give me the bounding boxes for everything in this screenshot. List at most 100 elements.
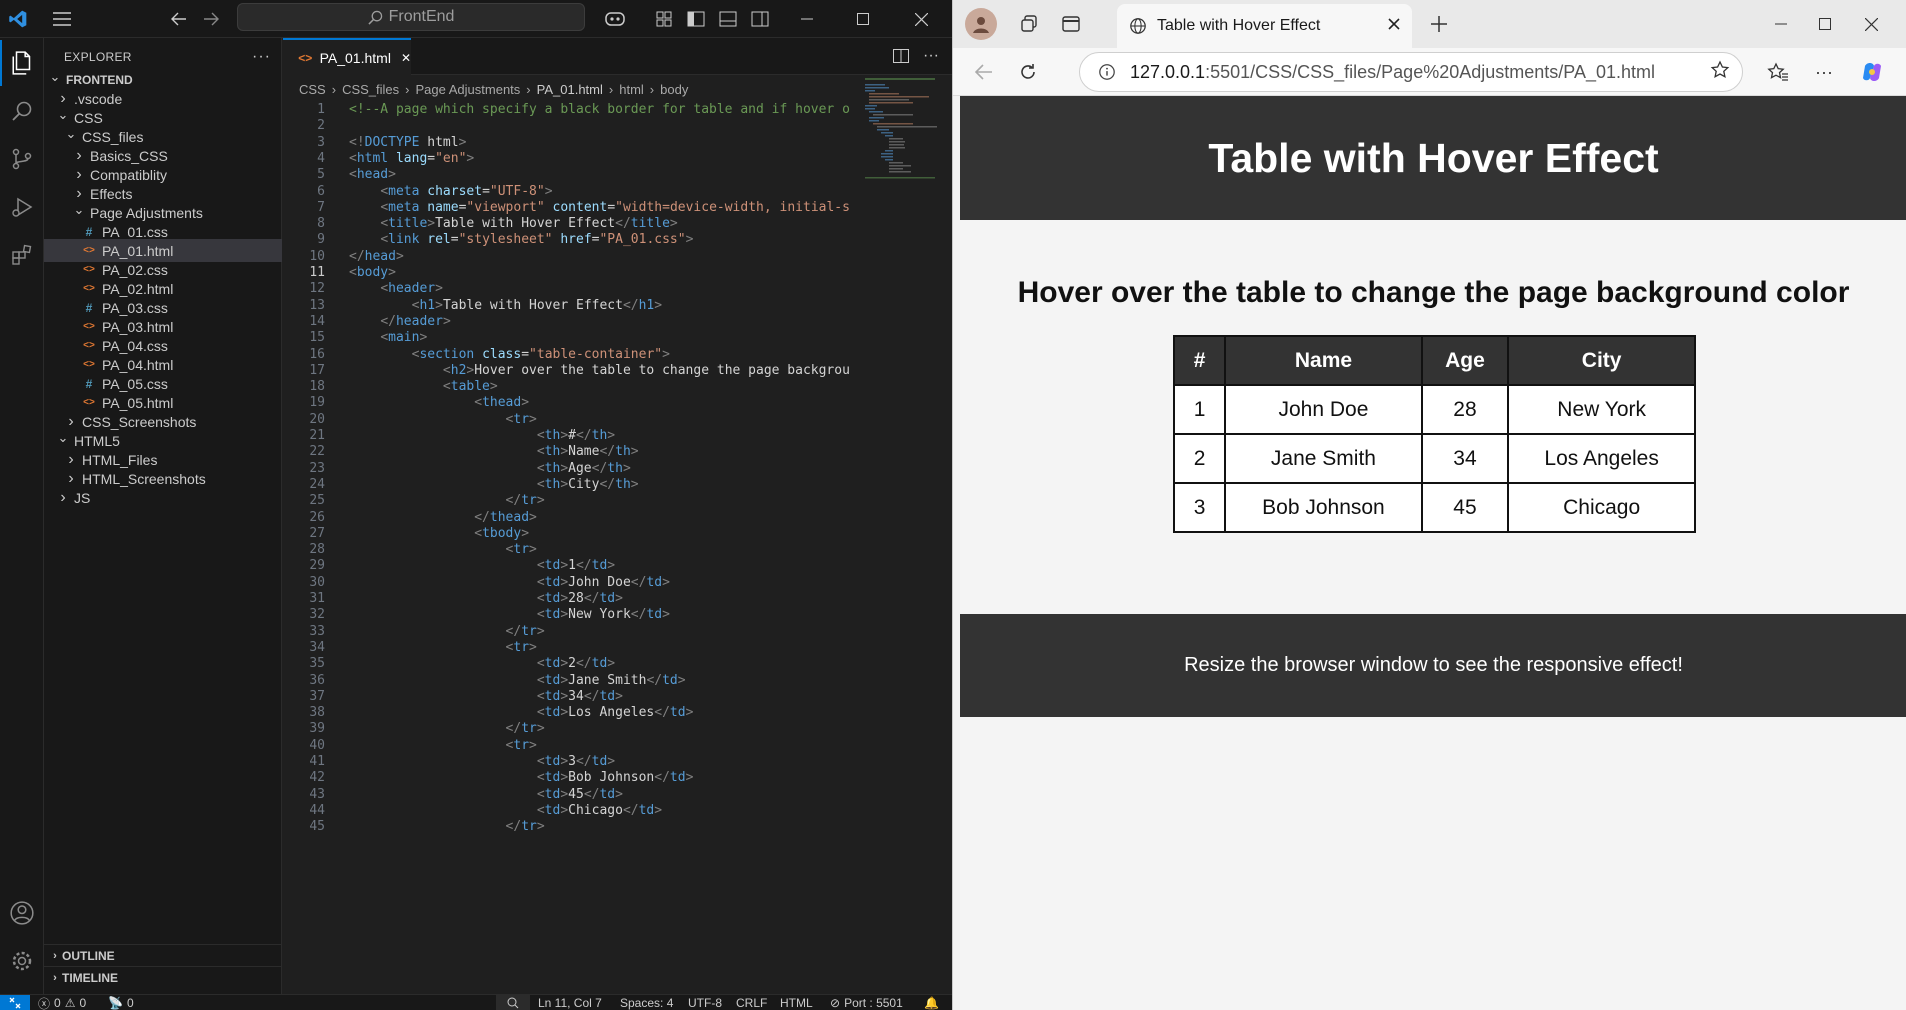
code-editor[interactable]: 1 <!--A page which specify a black border…	[283, 100, 952, 994]
breadcrumb-item[interactable]: Page Adjustments	[416, 82, 521, 97]
profile-avatar[interactable]	[965, 8, 997, 40]
toggle-panel-icon[interactable]	[716, 5, 740, 33]
code-text: <tr>	[505, 411, 537, 427]
breadcrumb-item[interactable]: CSS_files	[342, 82, 399, 97]
explorer-icon[interactable]	[0, 40, 44, 86]
warning-count: 0	[79, 996, 87, 1010]
tree-item-label: JS	[74, 489, 91, 506]
copilot-icon[interactable]	[598, 5, 632, 33]
browser-maximize-icon[interactable]	[1805, 8, 1845, 40]
ports-indicator[interactable]: 📡 0	[108, 995, 134, 1010]
accounts-icon[interactable]	[0, 890, 44, 936]
tree-item-label: Page Adjustments	[90, 204, 203, 221]
code-text: <th>#</th>	[536, 428, 616, 443]
code-text: <tr>	[505, 639, 537, 655]
breadcrumb-item[interactable]: body	[660, 82, 688, 97]
tree-item-label: PA_02.html	[102, 280, 174, 297]
code-text: <td>28</td>	[536, 591, 623, 606]
remote-indicator-icon[interactable]	[0, 995, 30, 1010]
url-path: :5501/CSS/CSS_files/Page%20Adjustments/P…	[1205, 61, 1655, 82]
timeline-section[interactable]: › TIMELINE	[44, 966, 282, 988]
browser-tab-active[interactable]: Table with Hover Effect	[1117, 4, 1412, 48]
workspaces-icon[interactable]	[1015, 10, 1043, 38]
maximize-icon[interactable]	[848, 5, 878, 33]
table-row: 1 John Doe 28 New York	[1172, 384, 1696, 435]
table-cell: 45	[1420, 482, 1510, 533]
table-cell: Chicago	[1507, 482, 1696, 533]
table-cell: New York	[1507, 384, 1696, 435]
url-text: 127.0.0.1:5501/CSS/CSS_files/Page%20Adju…	[1130, 62, 1655, 83]
menu-icon[interactable]	[48, 5, 76, 33]
browser-tab-close-icon[interactable]	[1388, 17, 1400, 35]
indentation[interactable]: Spaces: 4	[620, 995, 673, 1010]
command-center-search[interactable]: FrontEnd	[237, 3, 585, 31]
chevron-right-icon: ›	[68, 469, 74, 487]
favorites-icon[interactable]	[1763, 58, 1793, 86]
table-cell: John Doe	[1224, 384, 1423, 435]
browser-minimize-icon[interactable]	[1761, 8, 1801, 40]
notifications-bell-icon[interactable]: 🔔	[924, 995, 939, 1010]
editor-more-actions-icon[interactable]: ···	[919, 44, 943, 68]
favorite-star-icon[interactable]	[1710, 59, 1730, 85]
tree-item-label: PA_03.html	[102, 318, 174, 335]
site-info-icon[interactable]	[1098, 63, 1116, 81]
tab-actions-icon[interactable]	[1057, 10, 1085, 38]
table-cell: Bob Johnson	[1224, 482, 1423, 533]
browser-close-icon[interactable]	[1851, 8, 1891, 40]
explorer-title: EXPLORER	[64, 50, 132, 64]
activity-bar	[0, 38, 44, 994]
html-file-icon: <>	[83, 321, 95, 332]
table-cell: 2	[1172, 433, 1227, 484]
tree-item-label: Effects	[90, 185, 133, 202]
back-arrow-icon[interactable]	[166, 5, 192, 33]
code-text: <table>	[442, 379, 498, 395]
editor-tab-pa01-html[interactable]: <> PA_01.html ✕	[283, 38, 411, 75]
more-actions-icon[interactable]: ···	[252, 48, 271, 66]
search-view-icon[interactable]	[0, 88, 44, 134]
source-control-icon[interactable]	[0, 136, 44, 182]
code-text: <tr>	[505, 737, 537, 753]
code-text: <thead>	[474, 395, 530, 411]
editor-tab-bar: <> PA_01.html ✕ ···	[283, 38, 952, 75]
forward-arrow-icon[interactable]	[198, 5, 224, 33]
close-window-icon[interactable]	[906, 5, 936, 33]
tab-close-icon[interactable]: ✕	[401, 51, 411, 65]
data-table[interactable]: # Name Age City 1 John Doe 28 New York 2…	[1172, 335, 1696, 533]
encoding[interactable]: UTF-8	[688, 995, 722, 1010]
code-text: <td>New York</td>	[536, 607, 670, 623]
browser-menu-icon[interactable]: ···	[1809, 58, 1839, 86]
breadcrumb-item[interactable]: html	[619, 82, 644, 97]
run-debug-icon[interactable]	[0, 184, 44, 230]
code-line[interactable]: 45 </tr>	[283, 817, 952, 837]
zoom-icon[interactable]	[496, 995, 530, 1010]
problems-indicator[interactable]: ⓧ 0 ⚠ 0	[38, 995, 86, 1010]
timeline-label: TIMELINE	[62, 970, 118, 985]
breadcrumb-item[interactable]: CSS	[299, 82, 326, 97]
split-editor-icon[interactable]	[889, 44, 913, 68]
breadcrumb-item[interactable]: PA_01.html	[537, 82, 603, 97]
outline-section[interactable]: › OUTLINE	[44, 944, 282, 966]
settings-gear-icon[interactable]	[0, 938, 44, 984]
browser-back-icon[interactable]	[969, 58, 999, 86]
reload-icon[interactable]	[1013, 58, 1043, 86]
code-text: <section class="table-container">	[411, 346, 670, 362]
copilot-icon[interactable]	[1857, 58, 1887, 86]
tree-item-label: PA_05.html	[102, 394, 174, 411]
new-tab-plus-icon[interactable]	[1425, 10, 1453, 38]
browser-window: Table with Hover Effect 127.0.0.1:5501/C…	[952, 0, 1906, 1010]
address-bar[interactable]: 127.0.0.1:5501/CSS/CSS_files/Page%20Adju…	[1079, 52, 1743, 92]
table-cell: 3	[1172, 482, 1227, 533]
line-ending[interactable]: CRLF	[736, 995, 767, 1010]
language-mode[interactable]: HTML	[780, 995, 813, 1010]
code-text: <h1>Table with Hover Effect</h1>	[411, 297, 663, 313]
css-file-icon: #	[85, 224, 93, 239]
toggle-sidebar-icon[interactable]	[684, 5, 708, 33]
live-server-port[interactable]: ⊘ Port : 5501	[830, 995, 903, 1010]
minimize-icon[interactable]	[792, 5, 822, 33]
toggle-secondary-sidebar-icon[interactable]	[748, 5, 772, 33]
column-header: Age	[1420, 335, 1510, 386]
cursor-position[interactable]: Ln 11, Col 7	[538, 995, 602, 1010]
extensions-icon[interactable]	[0, 232, 44, 278]
tree-item[interactable]: › JS	[44, 486, 282, 509]
customize-layout-icon[interactable]	[652, 5, 676, 33]
